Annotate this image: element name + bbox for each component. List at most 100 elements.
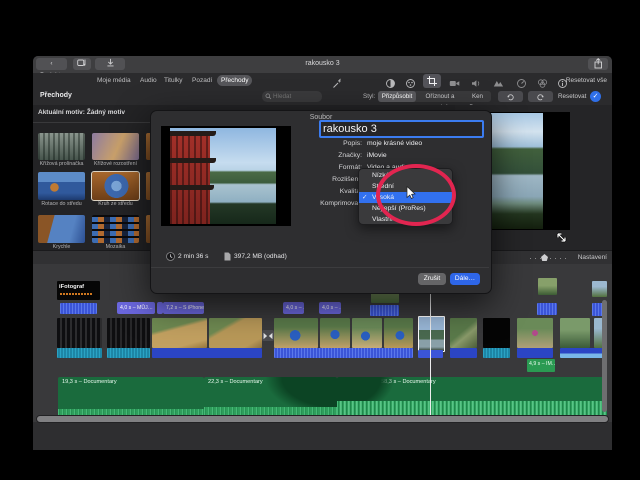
share-icon: [594, 57, 602, 69]
rotate-ccw-icon: [507, 93, 514, 100]
video-clip[interactable]: [517, 318, 553, 348]
pagoda-roof: [170, 158, 216, 163]
title-clip[interactable]: 4,0 s – …: [319, 302, 341, 314]
search-icon: [265, 93, 272, 100]
tab-prechody[interactable]: Přechody: [217, 75, 253, 86]
logo-subtext-decoration: [60, 293, 92, 295]
style-fit-button[interactable]: Přizpůsobit: [378, 91, 416, 102]
video-clip[interactable]: [152, 318, 207, 348]
reset-label[interactable]: Resetovat: [558, 93, 586, 100]
clip-audio-strip[interactable]: [57, 348, 102, 358]
video-clip[interactable]: [483, 318, 510, 348]
transition-rotace-do-stredu[interactable]: [38, 172, 85, 200]
clip-audio-strip[interactable]: [517, 348, 553, 358]
search-input[interactable]: [273, 91, 318, 102]
format-label: Formát:: [338, 164, 362, 171]
playhead[interactable]: [430, 292, 431, 418]
video-clip[interactable]: [450, 318, 477, 348]
tab-moje-media[interactable]: Moje média: [93, 75, 135, 86]
menu-item-vlastni[interactable]: Vlastní: [359, 214, 452, 225]
transition-mozaika[interactable]: [92, 215, 139, 243]
stabilization-camera-icon[interactable]: [449, 76, 460, 87]
color-palette-icon[interactable]: [405, 76, 416, 88]
cancel-button[interactable]: Zrušit: [418, 273, 446, 285]
popis-value[interactable]: moje krásné video: [367, 140, 422, 147]
noise-reduction-icon[interactable]: [493, 76, 504, 87]
style-crop-fill-button[interactable]: Oříznout a vyplnit: [416, 91, 464, 111]
transition-krizove-rozostreni[interactable]: [92, 133, 139, 160]
title-clip[interactable]: 4,0 s – …: [283, 302, 304, 314]
clip-audio-strip[interactable]: [450, 348, 477, 358]
browser-tab-row: Moje média Audio Titulky Pozadí Přechody: [33, 73, 612, 89]
transition-krizova-prolinacka[interactable]: [38, 133, 85, 160]
popis-label: Popis:: [343, 140, 362, 147]
vertical-scrollbar[interactable]: [602, 300, 607, 412]
timeline-empty-area: [33, 422, 612, 450]
reset-check-toggle[interactable]: ✓: [590, 91, 601, 102]
video-clip[interactable]: [57, 318, 102, 348]
cutaway-audio-bar[interactable]: [370, 305, 399, 316]
cutaway-clip-3[interactable]: [538, 278, 557, 295]
mouse-cursor-icon: [406, 186, 416, 199]
music-clip-1[interactable]: 19,3 s – Documentary: [58, 377, 204, 417]
video-clip[interactable]: [560, 318, 590, 348]
enhance-wand-icon[interactable]: [332, 76, 343, 88]
cutaway-audio-bar[interactable]: [60, 303, 97, 314]
export-name-input[interactable]: [319, 120, 484, 138]
volume-icon[interactable]: [471, 76, 482, 87]
horizontal-scrollbar[interactable]: [36, 415, 609, 423]
video-clip[interactable]: [384, 318, 413, 348]
speed-gauge-icon[interactable]: [516, 76, 527, 88]
reset-all-label[interactable]: Resetovat vše: [566, 77, 607, 84]
video-clip[interactable]: [320, 318, 350, 348]
window-title: rakousko 3: [305, 60, 340, 67]
video-clip[interactable]: [107, 318, 150, 348]
tab-pozadi[interactable]: Pozadí: [188, 75, 216, 86]
crop-icon: [427, 76, 437, 86]
color-correction-icon[interactable]: [385, 76, 396, 88]
style-ken-burns-button[interactable]: Ken Burns: [464, 91, 491, 111]
clip-audio-strip[interactable]: [483, 348, 510, 358]
music-clip-2[interactable]: 22,3 s – Documentary: [204, 377, 337, 417]
selected-video-clip[interactable]: [418, 316, 445, 352]
znacky-label: Značky:: [338, 152, 362, 159]
title-clip[interactable]: 4,0 s – MŮJ…: [117, 302, 155, 314]
cutaway-logo-clip[interactable]: iFotograf: [57, 281, 100, 300]
znacky-value[interactable]: iMovie: [367, 152, 387, 159]
clip-audio-strip[interactable]: [152, 348, 262, 358]
transition-kruh-ze-stredu[interactable]: [91, 171, 140, 201]
zoom-slider-track[interactable]: [530, 258, 568, 259]
transition-icon[interactable]: [262, 330, 274, 341]
dialog-footer-divider: [151, 267, 489, 268]
logo-text: iFotograf: [59, 284, 85, 290]
video-clip[interactable]: [209, 318, 262, 348]
timeline-settings-button[interactable]: Nastavení: [578, 254, 607, 261]
clip-audio-strip-waveform[interactable]: [560, 348, 607, 358]
clip-audio-strip[interactable]: [107, 348, 150, 358]
menu-item-nizka[interactable]: Nízká: [359, 170, 452, 181]
transition-krychle[interactable]: [38, 215, 85, 243]
pagoda-roof: [170, 185, 214, 190]
rotate-ccw-button[interactable]: [498, 91, 523, 102]
next-button[interactable]: Dále…: [450, 273, 480, 285]
clip-audio-strip[interactable]: [274, 348, 413, 358]
title-clip[interactable]: 7,2 s – S iPhone…: [163, 302, 204, 314]
search-field[interactable]: [262, 91, 322, 102]
video-clip[interactable]: [274, 318, 318, 348]
tab-titulky[interactable]: Titulky: [160, 75, 187, 86]
sound-effect-clip[interactable]: 4,9 s – IM…: [527, 359, 555, 372]
cutaway-clip-4[interactable]: [592, 281, 607, 297]
cutaway-audio-bar[interactable]: [537, 303, 557, 315]
zoom-slider-thumb[interactable]: [541, 254, 548, 261]
rotate-cw-button[interactable]: [528, 91, 553, 102]
share-button[interactable]: [588, 57, 608, 70]
menu-item-nejlepsi[interactable]: Nejlepší (ProRes): [359, 203, 452, 214]
tab-audio[interactable]: Audio: [136, 75, 161, 86]
music-clip-label: 22,3 s – Documentary: [208, 379, 263, 385]
duration-value: 2 min 36 s: [178, 253, 209, 260]
music-clip-3[interactable]: 58,3 s – Documentary: [337, 377, 607, 417]
video-clip[interactable]: [352, 318, 382, 348]
crop-tool-selected-box[interactable]: [423, 74, 441, 88]
pagoda-body: [170, 133, 210, 224]
color-balance-icon[interactable]: [537, 76, 548, 88]
